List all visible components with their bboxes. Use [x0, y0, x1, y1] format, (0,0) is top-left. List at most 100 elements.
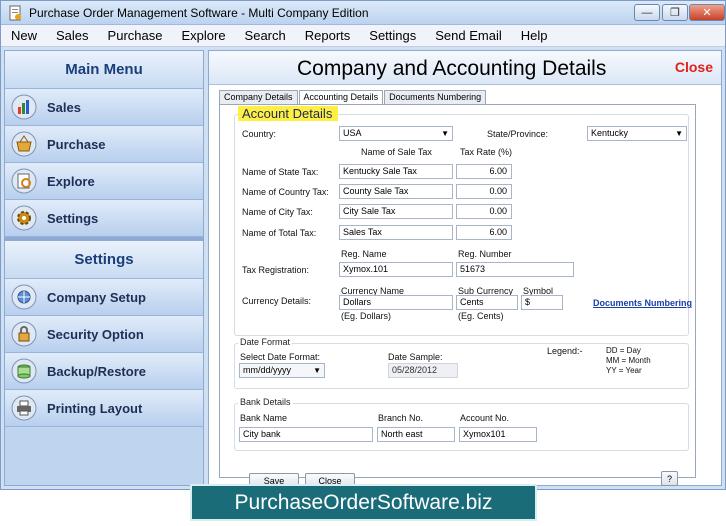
bank-name-field[interactable]: City bank	[239, 427, 373, 442]
menu-explore[interactable]: Explore	[181, 28, 225, 43]
sub-currency-field[interactable]: Cents	[456, 295, 518, 310]
sidebar-item-label: Explore	[47, 173, 95, 189]
branch-no-header: Branch No.	[378, 413, 424, 423]
reg-number-field[interactable]: 51673	[456, 262, 574, 277]
legend-month: MM = Month	[606, 356, 651, 365]
chevron-down-icon: ▼	[675, 129, 683, 138]
date-format-title: Date Format	[238, 337, 293, 347]
page-title: Company and Accounting Details	[297, 57, 607, 80]
state-tax-rate-field[interactable]: 6.00	[456, 164, 512, 179]
sidebar-item-label: Printing Layout	[47, 400, 143, 416]
select-date-format-label: Select Date Format:	[240, 352, 321, 362]
content-area: Company and Accounting Details Close Com…	[208, 50, 722, 489]
menu-help[interactable]: Help	[521, 28, 548, 43]
state-label: State/Province:	[487, 129, 549, 139]
menu-new[interactable]: New	[11, 28, 37, 43]
explore-icon	[9, 166, 39, 196]
accounting-panel: Account Details Country: USA ▼ State/Prov…	[219, 104, 696, 478]
sidebar-item-label: Settings	[47, 210, 99, 226]
close-link[interactable]: Close	[675, 59, 713, 75]
sidebar-item-security-option[interactable]: Security Option	[5, 316, 203, 353]
main-menu-heading: Main Menu	[5, 51, 203, 89]
date-sample-value: 05/28/2012	[388, 363, 458, 378]
country-value: USA	[343, 128, 362, 138]
bank-details-title: Bank Details	[238, 397, 293, 407]
state-tax-label: Name of State Tax:	[242, 167, 319, 177]
sidebar-item-explore[interactable]: Explore	[5, 163, 203, 200]
help-button[interactable]: ?	[661, 471, 678, 486]
tab-company-details[interactable]: Company Details	[219, 90, 298, 104]
documents-numbering-link[interactable]: Documents Numbering	[593, 298, 692, 308]
content-header: Company and Accounting Details Close	[209, 51, 721, 85]
state-select[interactable]: Kentucky ▼	[587, 126, 687, 141]
menu-sales[interactable]: Sales	[56, 28, 89, 43]
printer-icon	[9, 393, 39, 423]
currency-name-field[interactable]: Dollars	[339, 295, 453, 310]
sidebar-item-purchase[interactable]: Purchase	[5, 126, 203, 163]
country-tax-rate-field[interactable]: 0.00	[456, 184, 512, 199]
sidebar-item-sales[interactable]: Sales	[5, 89, 203, 126]
app-window: Purchase Order Management Software - Mul…	[0, 0, 726, 490]
account-no-header: Account No.	[460, 413, 510, 423]
date-sample-label: Date Sample:	[388, 352, 443, 362]
settings-heading: Settings	[5, 241, 203, 279]
state-tax-name-field[interactable]: Kentucky Sale Tax	[339, 164, 453, 179]
window-close-button[interactable]: ✕	[689, 4, 725, 21]
menu-send-email[interactable]: Send Email	[435, 28, 501, 43]
menu-settings[interactable]: Settings	[369, 28, 416, 43]
tax-rate-header: Tax Rate (%)	[460, 147, 513, 157]
app-icon	[9, 5, 21, 21]
city-tax-rate-field[interactable]: 0.00	[456, 204, 512, 219]
menu-bar: New Sales Purchase Explore Search Report…	[1, 25, 725, 47]
date-format-value: mm/dd/yyyy	[243, 365, 292, 375]
symbol-field[interactable]: $	[521, 295, 563, 310]
sidebar-item-company-setup[interactable]: Company Setup	[5, 279, 203, 316]
maximize-button[interactable]: ❐	[662, 4, 688, 21]
legend-label: Legend:-	[547, 346, 583, 356]
minimize-button[interactable]: —	[634, 4, 660, 21]
menu-reports[interactable]: Reports	[305, 28, 351, 43]
sidebar: Main Menu Sales Purchase Explore Setting…	[4, 50, 204, 486]
tax-name-header: Name of Sale Tax	[361, 147, 432, 157]
account-no-field[interactable]: Xymox101	[459, 427, 537, 442]
sidebar-item-label: Sales	[47, 99, 81, 115]
website-banner: PurchaseOrderSoftware.biz	[190, 484, 537, 521]
country-tax-label: Name of Country Tax:	[242, 187, 329, 197]
sales-chart-icon	[9, 92, 39, 122]
menu-search[interactable]: Search	[245, 28, 286, 43]
tax-registration-label: Tax Registration:	[242, 265, 310, 275]
backup-icon	[9, 356, 39, 386]
account-details-heading: Account Details	[238, 106, 339, 121]
tab-documents-numbering[interactable]: Documents Numbering	[384, 90, 487, 104]
sidebar-item-printing-layout[interactable]: Printing Layout	[5, 390, 203, 427]
sidebar-item-backup-restore[interactable]: Backup/Restore	[5, 353, 203, 390]
security-lock-icon	[9, 319, 39, 349]
bank-name-header: Bank Name	[240, 413, 288, 423]
sub-currency-example: (Eg. Cents)	[458, 311, 504, 321]
branch-no-field[interactable]: North east	[377, 427, 455, 442]
city-tax-name-field[interactable]: City Sale Tax	[339, 204, 453, 219]
state-value: Kentucky	[591, 128, 629, 138]
total-tax-name-field[interactable]: Sales Tax	[339, 225, 453, 240]
window-title: Purchase Order Management Software - Mul…	[29, 6, 369, 20]
sidebar-item-label: Backup/Restore	[47, 363, 146, 379]
menu-purchase[interactable]: Purchase	[108, 28, 163, 43]
sidebar-item-label: Company Setup	[47, 289, 146, 305]
sidebar-item-settings[interactable]: Settings	[5, 200, 203, 237]
country-label: Country:	[242, 129, 277, 139]
total-tax-rate-field[interactable]: 6.00	[456, 225, 512, 240]
chevron-down-icon: ▼	[441, 129, 449, 138]
city-tax-label: Name of City Tax:	[242, 207, 313, 217]
currency-example: (Eg. Dollars)	[341, 311, 392, 321]
legend-year: YY = Year	[606, 366, 642, 375]
company-setup-icon	[9, 282, 39, 312]
reg-number-header: Reg. Number	[458, 249, 512, 259]
tab-strip: Company Details Accounting Details Docum…	[219, 90, 487, 105]
country-select[interactable]: USA ▼	[339, 126, 453, 141]
total-tax-label: Name of Total Tax:	[242, 228, 317, 238]
sidebar-item-label: Security Option	[47, 326, 144, 342]
tab-accounting-details[interactable]: Accounting Details	[298, 90, 384, 105]
country-tax-name-field[interactable]: County Sale Tax	[339, 184, 453, 199]
date-format-select[interactable]: mm/dd/yyyy ▼	[239, 363, 325, 378]
reg-name-field[interactable]: Xymox.101	[339, 262, 453, 277]
